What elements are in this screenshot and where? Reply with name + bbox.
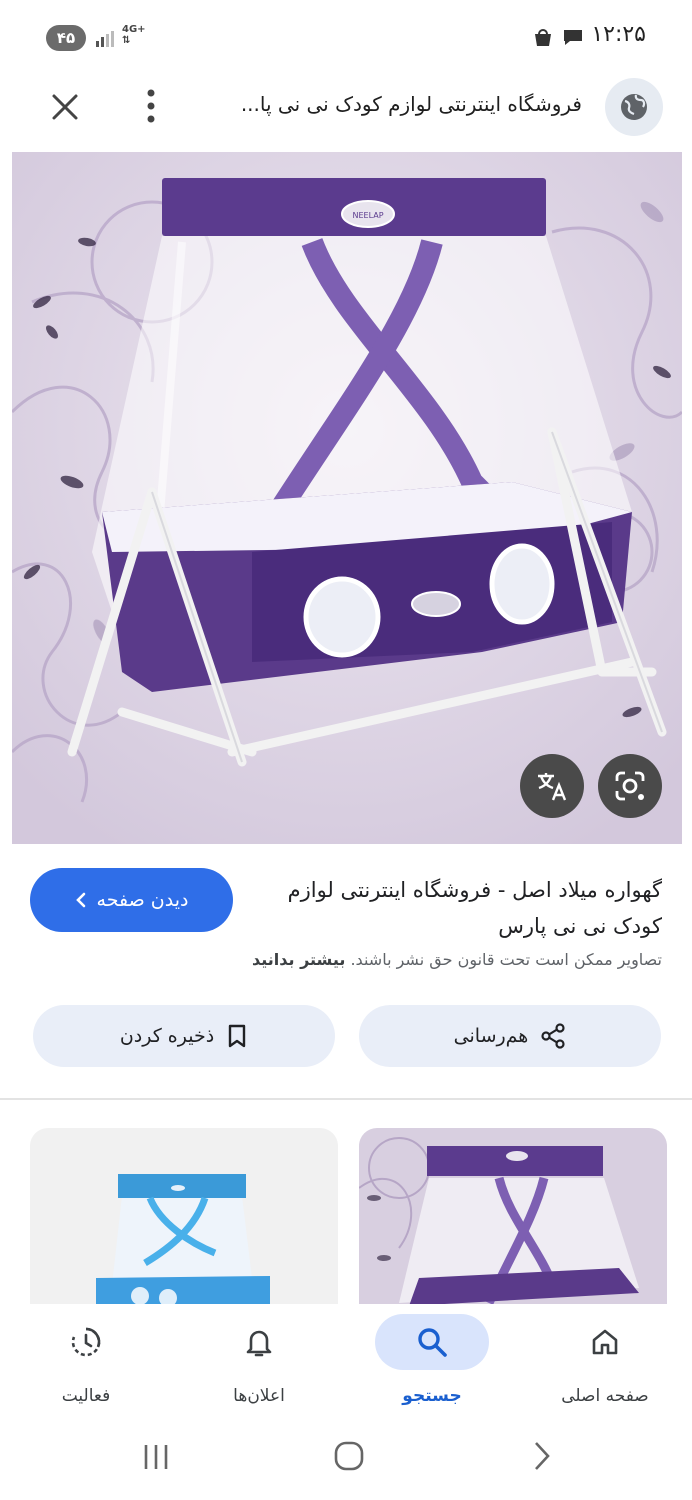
lens-search-button[interactable] xyxy=(598,754,662,818)
nav-item-activity[interactable]: فعالیت xyxy=(11,1310,161,1420)
clock: ۱۲:۲۵ xyxy=(591,22,646,47)
nav-item-home[interactable]: صفحه اصلی xyxy=(530,1310,680,1420)
nav-label-notifications: اعلان‌ها xyxy=(233,1386,285,1406)
battery-indicator: ۴۵ xyxy=(46,25,86,51)
shopping-bag-icon xyxy=(535,29,551,46)
search-icon xyxy=(418,1328,447,1357)
home-icon xyxy=(592,1329,618,1355)
bell-icon xyxy=(246,1330,272,1357)
learn-more-link[interactable]: بیشتر بدانید xyxy=(252,950,345,969)
more-vert-icon[interactable] xyxy=(144,88,158,124)
visit-page-button[interactable]: دیدن صفحه xyxy=(30,868,233,932)
chat-icon xyxy=(564,30,582,45)
save-button[interactable]: ذخیره کردن xyxy=(33,1005,335,1067)
bookmark-icon xyxy=(228,1024,246,1048)
save-label: ذخیره کردن xyxy=(119,1025,215,1047)
activity-icon xyxy=(71,1327,101,1357)
cradle-photo: NEELAP xyxy=(12,152,682,844)
nav-label-activity: فعالیت xyxy=(61,1386,111,1406)
translate-button[interactable] xyxy=(520,754,584,818)
share-button[interactable]: هم‌رسانی xyxy=(359,1005,661,1067)
site-info-button[interactable] xyxy=(605,78,663,136)
chevron-left-icon xyxy=(75,892,85,908)
close-icon[interactable] xyxy=(50,92,80,122)
back-icon[interactable] xyxy=(530,1440,554,1472)
result-title[interactable]: گهواره میلاد اصل - فروشگاه اینترنتی لواز… xyxy=(232,872,662,944)
nav-item-notifications[interactable]: اعلان‌ها xyxy=(184,1310,334,1420)
status-bar: ۴۵ 4G+ ⇅ ۱۲:۲۵ xyxy=(0,0,692,76)
related-image-blue[interactable] xyxy=(30,1128,338,1308)
nav-label-home: صفحه اصلی xyxy=(561,1386,649,1406)
recents-icon[interactable] xyxy=(140,1442,172,1472)
network-type: 4G+ ⇅ xyxy=(122,24,146,46)
translate-icon xyxy=(538,773,567,801)
visit-page-label: دیدن صفحه xyxy=(96,889,189,911)
brand-logo: NEELAP xyxy=(352,211,383,220)
globe-icon xyxy=(621,94,647,120)
related-image-purple[interactable] xyxy=(359,1128,667,1308)
page-title[interactable]: فروشگاه اینترنتی لوازم کودک نی نی پا... xyxy=(241,92,582,116)
section-divider xyxy=(0,1098,692,1100)
result-image[interactable]: NEELAP xyxy=(12,152,682,844)
copyright-notice: تصاویر ممکن است تحت قانون حق نشر باشند. … xyxy=(251,950,662,969)
nav-label-search: جستجو xyxy=(402,1386,462,1406)
share-label: هم‌رسانی xyxy=(453,1025,529,1047)
nav-item-search[interactable]: جستجو xyxy=(357,1310,507,1420)
thumbnail-purple-cradle xyxy=(359,1128,667,1308)
system-navigation-bar xyxy=(0,1424,692,1500)
signal-icon xyxy=(96,31,114,47)
home-circle-icon[interactable] xyxy=(333,1440,365,1472)
lens-search-icon xyxy=(615,771,645,801)
thumbnail-blue-cradle xyxy=(30,1128,338,1308)
share-icon xyxy=(541,1023,565,1049)
